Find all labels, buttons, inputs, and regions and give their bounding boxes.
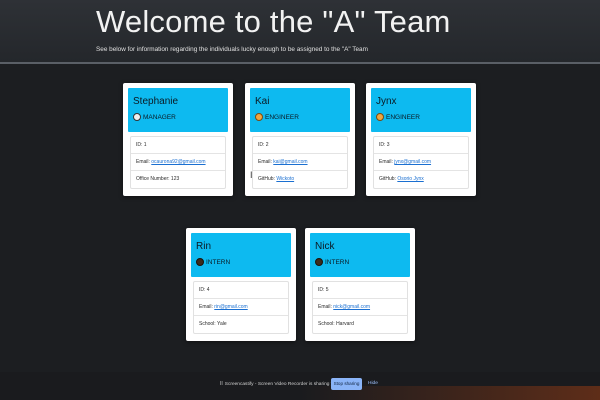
email-label: Email: bbox=[136, 159, 152, 165]
info-list: ID: 1 Email: ocaurona92@gmail.com Office… bbox=[130, 136, 226, 189]
employee-email: Email: nick@gmail.com bbox=[313, 299, 407, 316]
card-header: Stephanie MANAGER bbox=[128, 88, 228, 132]
email-link[interactable]: kai@gmail.com bbox=[273, 159, 307, 165]
info-list: ID: 4 Email: rin@gmail.com School: Yale bbox=[193, 281, 289, 334]
github-info: GitHub: Osorio Jynx bbox=[374, 171, 468, 188]
employee-id: ID: 3 bbox=[374, 137, 468, 154]
role-label: INTERN bbox=[325, 258, 350, 266]
role-label: INTERN bbox=[206, 258, 231, 266]
card-header: Rin INTERN bbox=[191, 233, 291, 277]
email-link[interactable]: ocaurona92@gmail.com bbox=[151, 159, 205, 165]
employee-id: ID: 1 bbox=[131, 137, 225, 154]
email-label: Email: bbox=[318, 304, 334, 310]
email-link[interactable]: rin@gmail.com bbox=[214, 304, 247, 310]
card-header: Jynx ENGINEER bbox=[371, 88, 471, 132]
employee-role: ENGINEER bbox=[376, 113, 420, 121]
page-title: Welcome to the "A" Team bbox=[96, 4, 451, 39]
page-header: Welcome to the "A" Team See below for in… bbox=[0, 0, 600, 64]
role-label: ENGINEER bbox=[265, 113, 299, 121]
info-list: ID: 2 Email: kai@gmail.com GitHub: Wicko… bbox=[252, 136, 348, 189]
employee-card-nick: Nick INTERN ID: 5 Email: nick@gmail.com … bbox=[305, 228, 415, 341]
github-label: GitHub: bbox=[258, 176, 277, 182]
employee-name: Jynx bbox=[376, 96, 397, 107]
employee-id: ID: 2 bbox=[253, 137, 347, 154]
email-label: Email: bbox=[379, 159, 395, 165]
github-label: GitHub: bbox=[379, 176, 398, 182]
employee-name: Stephanie bbox=[133, 96, 179, 107]
text-cursor-icon: I bbox=[250, 170, 253, 180]
employee-name: Rin bbox=[196, 241, 212, 252]
card-header: Nick INTERN bbox=[310, 233, 410, 277]
email-label: Email: bbox=[199, 304, 215, 310]
info-list: ID: 3 Email: jynx@gmail.com GitHub: Osor… bbox=[373, 136, 469, 189]
lightbulb-icon bbox=[255, 113, 263, 121]
lightbulb-icon bbox=[376, 113, 384, 121]
page-subtitle: See below for information regarding the … bbox=[96, 46, 368, 53]
email-label: Email: bbox=[258, 159, 274, 165]
card-header: Kai ENGINEER bbox=[250, 88, 350, 132]
stop-sharing-button[interactable]: Stop sharing bbox=[331, 378, 362, 390]
employee-role: ENGINEER bbox=[255, 113, 299, 121]
graduation-cap-icon bbox=[196, 258, 204, 266]
employee-email: Email: rin@gmail.com bbox=[194, 299, 288, 316]
employee-id: ID: 5 bbox=[313, 282, 407, 299]
employee-card-kai: Kai ENGINEER ID: 2 Email: kai@gmail.com … bbox=[245, 83, 355, 196]
graduation-cap-icon bbox=[315, 258, 323, 266]
employee-role: MANAGER bbox=[133, 113, 176, 121]
github-info: GitHub: Wickoto bbox=[253, 171, 347, 188]
employee-email: Email: ocaurona92@gmail.com bbox=[131, 154, 225, 171]
email-link[interactable]: nick@gmail.com bbox=[333, 304, 370, 310]
hide-button[interactable]: Hide bbox=[368, 381, 378, 386]
info-list: ID: 5 Email: nick@gmail.com School: Harv… bbox=[312, 281, 408, 334]
employee-card-stephanie: Stephanie MANAGER ID: 1 Email: ocaurona9… bbox=[123, 83, 233, 196]
role-label: MANAGER bbox=[143, 113, 176, 121]
school-info: School: Harvard bbox=[318, 321, 354, 327]
employee-id: ID: 4 bbox=[194, 282, 288, 299]
employee-name: Kai bbox=[255, 96, 270, 107]
pause-icon: II bbox=[220, 381, 223, 387]
role-label: ENGINEER bbox=[386, 113, 420, 121]
employee-role: INTERN bbox=[315, 258, 349, 266]
email-link[interactable]: jynx@gmail.com bbox=[394, 159, 431, 165]
school-info: School: Yale bbox=[199, 321, 227, 327]
employee-card-rin: Rin INTERN ID: 4 Email: rin@gmail.com Sc… bbox=[186, 228, 296, 341]
coffee-cup-icon bbox=[133, 113, 141, 121]
employee-email: Email: kai@gmail.com bbox=[253, 154, 347, 171]
github-link[interactable]: Wickoto bbox=[276, 176, 294, 182]
employee-email: Email: jynx@gmail.com bbox=[374, 154, 468, 171]
employee-role: INTERN bbox=[196, 258, 230, 266]
employee-name: Nick bbox=[315, 241, 335, 252]
github-link[interactable]: Osorio Jynx bbox=[397, 176, 423, 182]
office-number: Office Number: 123 bbox=[136, 176, 180, 182]
employee-card-jynx: Jynx ENGINEER ID: 3 Email: jynx@gmail.co… bbox=[366, 83, 476, 196]
